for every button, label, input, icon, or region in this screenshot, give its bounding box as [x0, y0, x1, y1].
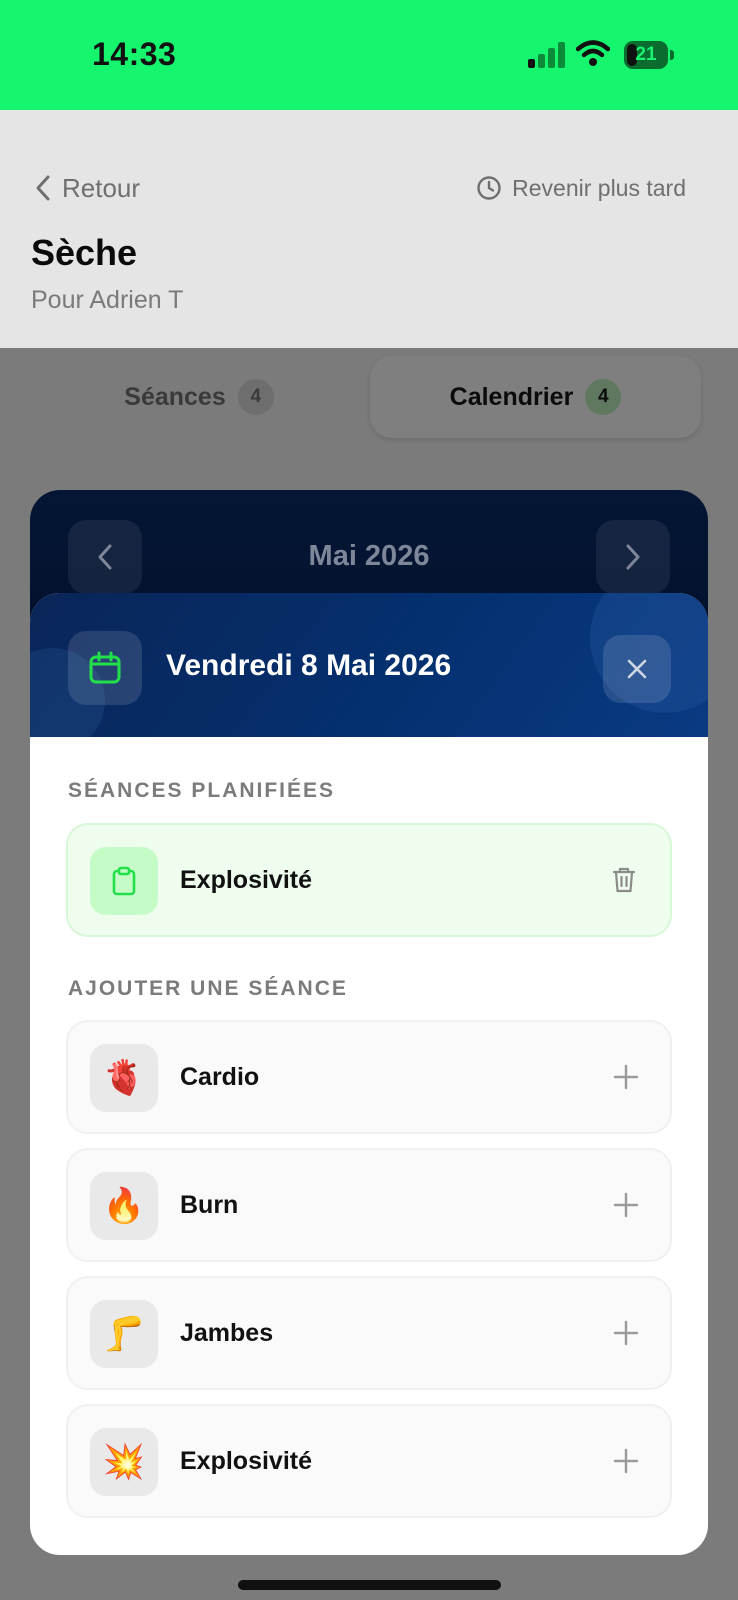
calendar-icon	[68, 631, 142, 705]
trash-icon	[612, 867, 636, 893]
close-button[interactable]	[603, 635, 671, 703]
chevron-right-icon	[626, 544, 640, 570]
tab-calendrier[interactable]: Calendrier 4	[370, 356, 701, 438]
day-detail-sheet: Vendredi 8 Mai 2026 SÉANCES PLANIFIÉES E…	[30, 593, 708, 1555]
wifi-icon	[576, 40, 610, 66]
session-option-label: Explosivité	[180, 1446, 312, 1475]
tab-label: Calendrier	[449, 382, 574, 411]
come-back-later-button[interactable]: Revenir plus tard	[476, 168, 686, 208]
anatomical-heart-icon: 🫀	[90, 1044, 158, 1112]
battery-icon: 21	[624, 41, 674, 69]
tab-count-badge: 4	[585, 379, 622, 415]
status-bar: 14:33 21	[0, 0, 738, 110]
leg-icon: 🦵	[90, 1300, 158, 1368]
page-title: Sèche	[31, 232, 138, 273]
session-option-label: Burn	[180, 1190, 239, 1219]
plus-icon	[606, 1185, 646, 1225]
home-indicator[interactable]	[238, 1580, 501, 1590]
plus-icon	[606, 1313, 646, 1353]
add-session-burn[interactable]: 🔥 Burn	[66, 1148, 672, 1262]
planned-sessions-heading: SÉANCES PLANIFIÉES	[68, 779, 336, 802]
back-button[interactable]: Retour	[34, 168, 140, 208]
session-option-label: Cardio	[180, 1062, 260, 1091]
tab-label: Séances	[124, 382, 226, 411]
selected-date-title: Vendredi 8 Mai 2026	[166, 649, 452, 682]
collision-icon: 💥	[90, 1428, 158, 1496]
come-back-later-label: Revenir plus tard	[512, 174, 686, 201]
add-session-explosivite[interactable]: 💥 Explosivité	[66, 1404, 672, 1518]
planned-session-row[interactable]: Explosivité	[66, 823, 672, 937]
plus-icon	[606, 1057, 646, 1097]
fire-icon: 🔥	[90, 1172, 158, 1240]
chevron-left-icon	[36, 175, 50, 201]
add-session-jambes[interactable]: 🦵 Jambes	[66, 1276, 672, 1390]
delete-session-button[interactable]	[604, 860, 644, 900]
back-label: Retour	[62, 172, 141, 203]
sheet-header: Vendredi 8 Mai 2026	[30, 593, 708, 737]
tab-count-badge: 4	[237, 379, 274, 415]
next-month-button[interactable]	[596, 520, 670, 594]
session-option-label: Jambes	[180, 1318, 274, 1347]
tab-seances[interactable]: Séances 4	[34, 356, 364, 438]
add-session-cardio[interactable]: 🫀 Cardio	[66, 1020, 672, 1134]
cellular-signal-icon	[528, 42, 565, 68]
page-subtitle: Pour Adrien T	[31, 286, 184, 314]
planned-session-label: Explosivité	[180, 865, 312, 894]
close-icon	[627, 659, 647, 679]
page-header: Retour Revenir plus tard Sèche Pour Adri…	[0, 110, 738, 348]
clock-icon	[477, 176, 501, 200]
add-session-heading: AJOUTER UNE SÉANCE	[68, 977, 348, 1000]
status-time: 14:33	[92, 36, 177, 72]
battery-level: 21	[635, 44, 657, 65]
plus-icon	[606, 1441, 646, 1481]
clipboard-icon	[90, 847, 158, 915]
